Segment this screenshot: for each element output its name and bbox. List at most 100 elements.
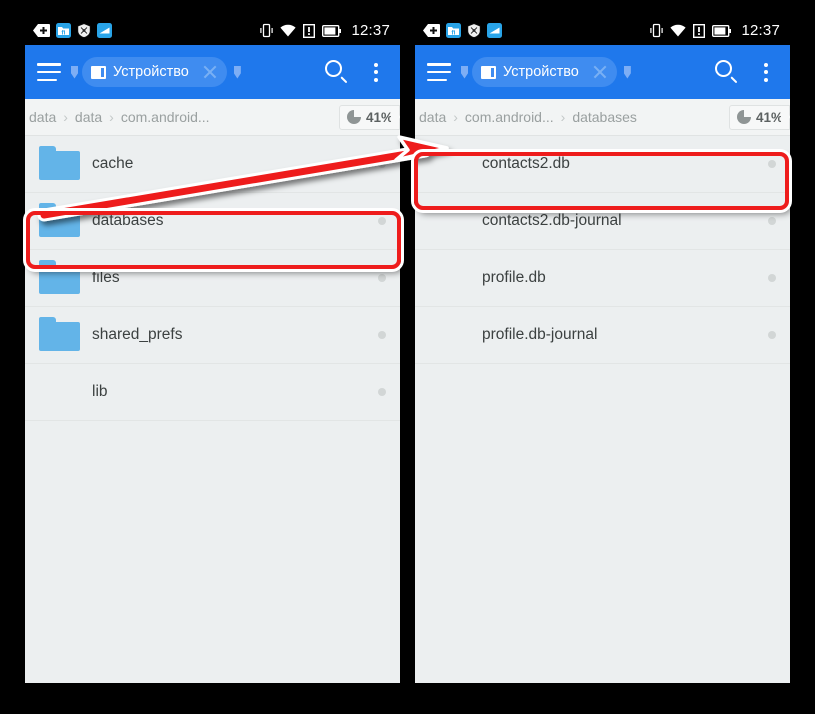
row-menu-dot[interactable]: [768, 160, 776, 168]
file-list: ? contacts2.db ? contacts2.db-journal ? …: [415, 136, 790, 683]
breadcrumb: data › data › com.android... 41%: [25, 99, 400, 136]
breadcrumb-separator: ›: [560, 109, 566, 125]
unknown-file-icon: ?: [39, 372, 80, 413]
unknown-file-icon: ?: [429, 201, 470, 242]
row-menu-dot[interactable]: [768, 331, 776, 339]
breadcrumb-item[interactable]: com.android...: [465, 109, 554, 125]
bookmark-marker-icon: [71, 65, 78, 79]
row-menu-dot[interactable]: [378, 388, 386, 396]
battery-icon: [712, 24, 732, 37]
file-name: profile.db-journal: [482, 326, 598, 343]
sim-alert-icon: [693, 23, 706, 38]
folder-icon: [39, 258, 80, 299]
shield-icon: [467, 23, 481, 38]
hamburger-icon[interactable]: [37, 63, 61, 81]
list-item[interactable]: ? profile.db-journal: [415, 307, 790, 364]
file-name: databases: [92, 212, 164, 229]
list-item[interactable]: files: [25, 250, 400, 307]
app-toolbar: Устройство: [415, 45, 790, 99]
question-mark-glyph: ?: [418, 132, 441, 155]
list-item[interactable]: ? contacts2.db-journal: [415, 193, 790, 250]
vibrate-icon: [260, 23, 274, 38]
list-item[interactable]: ? lib: [25, 364, 400, 421]
row-menu-dot[interactable]: [378, 331, 386, 339]
file-name: files: [92, 269, 120, 286]
app-toolbar: Устройство: [25, 45, 400, 99]
status-bar-clock: 12:37: [351, 22, 390, 39]
file-name: profile.db: [482, 269, 546, 286]
list-item[interactable]: cache: [25, 136, 400, 193]
wifi-icon: [280, 24, 297, 37]
row-menu-dot[interactable]: [378, 217, 386, 225]
svg-text:fi: fi: [452, 29, 456, 36]
tab-device-label: Устройство: [113, 64, 189, 80]
close-icon[interactable]: [589, 61, 611, 83]
overflow-menu-icon[interactable]: [756, 62, 778, 82]
breadcrumb-item[interactable]: databases: [572, 109, 637, 125]
tab-device-label: Устройство: [503, 64, 579, 80]
question-mark-glyph: ?: [418, 246, 441, 269]
pie-chart-icon: [736, 110, 751, 124]
breadcrumb-item[interactable]: data: [29, 109, 56, 125]
bookmark-marker-end-icon: [233, 65, 241, 79]
wifi-icon: [670, 24, 687, 37]
battery-icon: [322, 24, 342, 37]
status-bar: fi 12:37: [415, 16, 790, 45]
breadcrumb-item[interactable]: com.android...: [121, 109, 210, 125]
list-item[interactable]: databases: [25, 193, 400, 250]
folder-icon: [39, 144, 80, 185]
bookmark-marker-icon: [461, 65, 468, 79]
hamburger-icon[interactable]: [427, 63, 451, 81]
search-icon[interactable]: [324, 59, 350, 85]
breadcrumb-separator: ›: [63, 109, 68, 125]
close-icon[interactable]: [199, 61, 221, 83]
storage-usage-badge[interactable]: 41%: [338, 104, 400, 130]
status-bar-right-icons: 12:37: [650, 22, 780, 39]
status-bar-left-icons: fi: [423, 23, 502, 38]
gallery-icon: [487, 23, 502, 38]
file-name: contacts2.db: [482, 155, 570, 172]
storage-usage-badge[interactable]: 41%: [728, 104, 790, 130]
row-menu-dot[interactable]: [768, 217, 776, 225]
search-icon[interactable]: [714, 59, 740, 85]
question-mark-glyph: ?: [418, 303, 441, 326]
row-menu-dot[interactable]: [768, 274, 776, 282]
status-bar-left-icons: fi: [33, 23, 112, 38]
list-item[interactable]: shared_prefs: [25, 307, 400, 364]
folder-icon: [39, 201, 80, 242]
sim-alert-icon: [303, 23, 316, 38]
breadcrumb-item[interactable]: data: [75, 109, 102, 125]
storage-usage-value: 41%: [755, 109, 783, 125]
file-list: cache databases files shared_prefs ? lib: [25, 136, 400, 683]
bookmark-marker-end-icon: [623, 65, 631, 79]
unknown-file-icon: ?: [429, 315, 470, 356]
shield-icon: [77, 23, 91, 38]
gallery-icon: [97, 23, 112, 38]
sd-card-icon: [91, 65, 106, 79]
breadcrumb: data › com.android... › databases 41%: [415, 99, 790, 136]
storage-usage-value: 41%: [365, 109, 393, 125]
row-menu-dot[interactable]: [378, 274, 386, 282]
row-menu-dot[interactable]: [378, 160, 386, 168]
sd-card-icon: [481, 65, 496, 79]
screenshot-panel-right: fi 12:37 Устройство data › com.android..…: [415, 16, 790, 683]
status-bar-right-icons: 12:37: [260, 22, 390, 39]
tab-device[interactable]: Устройство: [472, 57, 617, 87]
unknown-file-icon: ?: [429, 258, 470, 299]
file-name: lib: [92, 383, 108, 400]
tab-device[interactable]: Устройство: [82, 57, 227, 87]
breadcrumb-item[interactable]: data: [419, 109, 446, 125]
overflow-menu-icon[interactable]: [366, 62, 388, 82]
list-item[interactable]: ? contacts2.db: [415, 136, 790, 193]
vibrate-icon: [650, 23, 664, 38]
file-manager-icon: fi: [56, 23, 71, 38]
list-item[interactable]: ? profile.db: [415, 250, 790, 307]
pie-chart-icon: [346, 110, 361, 124]
status-bar-clock: 12:37: [741, 22, 780, 39]
question-mark-glyph: ?: [418, 189, 441, 212]
folder-icon: [39, 315, 80, 356]
screenshot-panel-left: fi 12:37 Устройство data › data › com.an…: [25, 16, 400, 683]
status-bar: fi 12:37: [25, 16, 400, 45]
back-pill-icon: [423, 24, 440, 37]
svg-text:fi: fi: [62, 29, 66, 36]
